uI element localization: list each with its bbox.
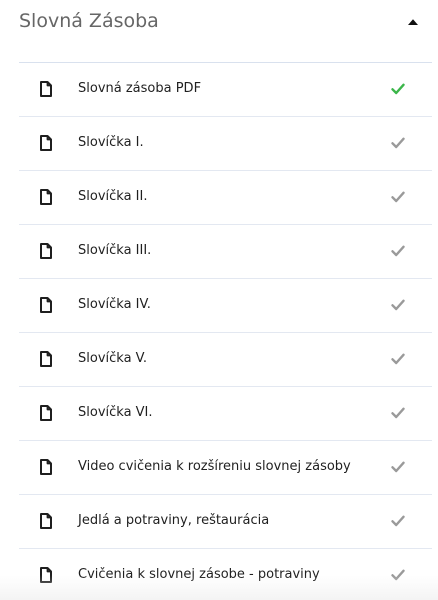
lesson-row[interactable]: Video cvičenia k rozšíreniu slovnej záso… [19, 440, 432, 494]
lesson-title: Slovíčka III. [78, 243, 152, 258]
lesson-row[interactable]: Slovíčka V. [19, 332, 432, 386]
lesson-row[interactable]: Cvičenia k slovnej zásobe - potraviny [19, 548, 432, 600]
lesson-title: Slovíčka I. [78, 135, 144, 150]
course-curriculum-panel: Slovná Zásoba Slovná zásoba PDF Slovíčka… [0, 0, 438, 600]
lesson-title: Slovná zásoba PDF [78, 81, 202, 96]
file-icon [40, 405, 52, 421]
lesson-title: Slovíčka IV. [78, 297, 151, 312]
pending-check-icon [391, 407, 405, 419]
pending-check-icon [391, 569, 405, 581]
lesson-row[interactable]: Slovíčka II. [19, 170, 432, 224]
file-icon [40, 513, 52, 529]
pending-check-icon [391, 353, 405, 365]
lesson-title: Jedlá a potraviny, reštaurácia [78, 513, 270, 528]
lesson-title: Slovíčka V. [78, 351, 148, 366]
lesson-row[interactable]: Jedlá a potraviny, reštaurácia [19, 494, 432, 548]
file-icon [40, 135, 52, 151]
lesson-list: Slovná zásoba PDF Slovíčka I. Slovíčka I… [19, 62, 432, 600]
file-icon [40, 189, 52, 205]
lesson-row[interactable]: Slovíčka IV. [19, 278, 432, 332]
pending-check-icon [391, 245, 405, 257]
file-icon [40, 351, 52, 367]
pending-check-icon [391, 137, 405, 149]
caret-up-icon[interactable] [407, 18, 419, 26]
pending-check-icon [391, 191, 405, 203]
section-header[interactable]: Slovná Zásoba [0, 0, 438, 46]
lesson-title: Slovíčka VI. [78, 405, 153, 420]
lesson-title: Slovíčka II. [78, 189, 148, 204]
lesson-row[interactable]: Slovná zásoba PDF [19, 62, 432, 116]
file-icon [40, 297, 52, 313]
lesson-row[interactable]: Slovíčka III. [19, 224, 432, 278]
file-icon [40, 81, 52, 97]
completed-check-icon [391, 83, 405, 95]
file-icon [40, 243, 52, 259]
section-title: Slovná Zásoba [19, 10, 159, 32]
lesson-row[interactable]: Slovíčka I. [19, 116, 432, 170]
pending-check-icon [391, 299, 405, 311]
pending-check-icon [391, 515, 405, 527]
lesson-title: Video cvičenia k rozšíreniu slovnej záso… [78, 459, 351, 474]
lesson-row[interactable]: Slovíčka VI. [19, 386, 432, 440]
file-icon [40, 567, 52, 583]
file-icon [40, 459, 52, 475]
pending-check-icon [391, 461, 405, 473]
lesson-title: Cvičenia k slovnej zásobe - potraviny [78, 567, 320, 582]
